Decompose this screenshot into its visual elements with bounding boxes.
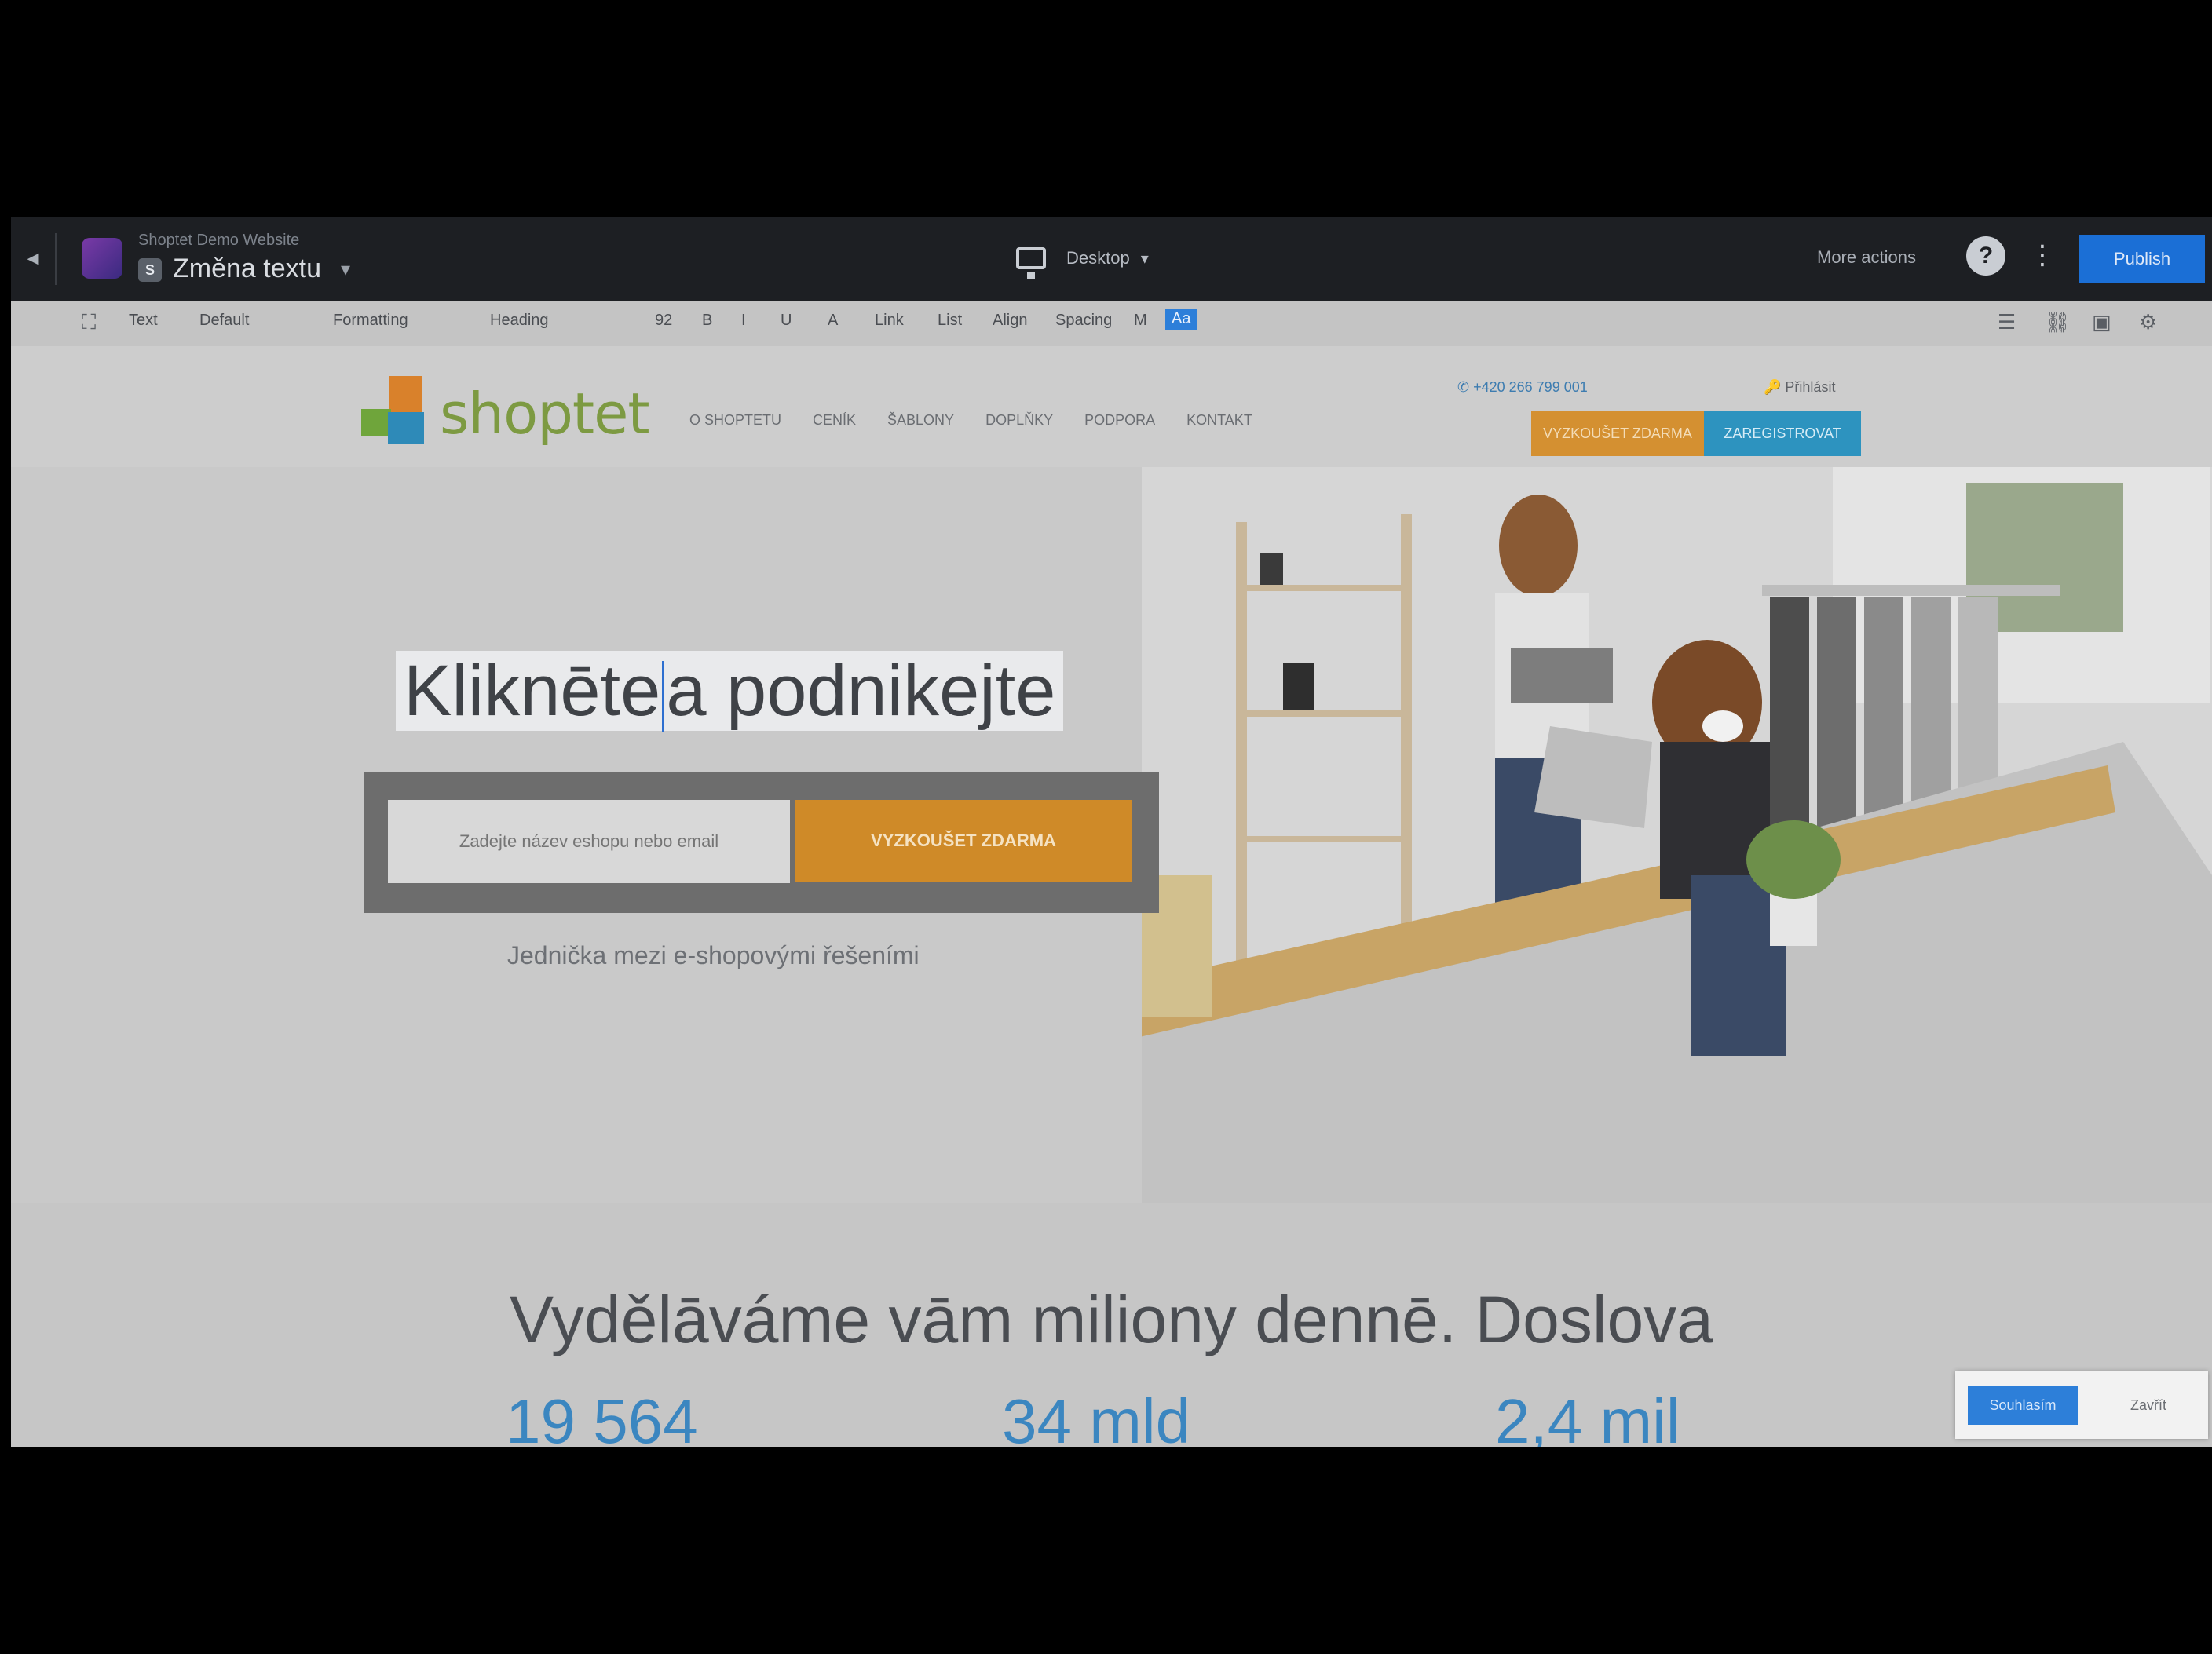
stats-heading: Vydělāváme vām miliony dennē. Doslova [510,1283,1713,1356]
toolbar-item[interactable]: Link [875,312,904,330]
video-letterbox-bottom [0,1447,2212,1654]
nav-item[interactable]: ŠABLONY [887,412,954,429]
toolbar-item[interactable]: Text [129,312,158,330]
register-button[interactable]: ZAREGISTROVAT [1704,411,1861,456]
stat-value: 2,4 mil [1495,1386,1680,1447]
cookie-bar: Souhlasím Zavřít [1955,1371,2208,1439]
nav-item[interactable]: PODPORA [1084,412,1155,429]
device-switcher[interactable]: Desktop ▾ [1016,241,1149,279]
hero-heading-part1: Kliknēte [404,651,661,731]
main-nav: O SHOPTETU CENÍK ŠABLONY DOPLŇKY PODPORA… [689,412,1252,429]
editor-top-bar: ◂ Shoptet Demo Website S Změna textu ▾ D… [11,217,2212,301]
align-icon[interactable]: ☰ [1998,310,2016,334]
try-free-header-button[interactable]: VYZKOUŠET ZDARMA [1531,411,1704,456]
toolbar-item[interactable]: M [1134,312,1147,330]
layers-icon[interactable]: ▣ [2092,310,2111,334]
nav-item[interactable]: KONTAKT [1186,412,1252,429]
divider [55,233,57,285]
back-arrow-icon[interactable]: ◂ [17,241,49,276]
page-icon: S [138,258,162,282]
toolbar-item[interactable]: Formatting [333,312,408,330]
toolbar-item[interactable]: List [938,312,962,330]
settings-icon[interactable]: ⚙ [2139,310,2157,334]
cookie-close-button[interactable]: Zavřít [2101,1386,2196,1425]
editor-window: ◂ Shoptet Demo Website S Změna textu ▾ D… [11,217,2212,1447]
text-format-toolbar: ⛶ Text Default Formatting Heading 92 B I… [11,301,2212,347]
hero-heading-part2: a podnikejte [666,651,1056,731]
toolbar-item[interactable]: Align [993,312,1027,330]
hero-heading-editable[interactable]: Kliknētea podnikejte [396,643,1064,739]
nav-item[interactable]: O SHOPTETU [689,412,781,429]
shoptet-logo-icon[interactable] [361,368,437,447]
toolbar-item-active[interactable]: Aa [1165,309,1197,330]
chevron-down-icon[interactable]: ▾ [341,258,350,281]
toolbar-item[interactable]: Default [199,312,249,330]
page-selector[interactable]: Změna textu [173,254,321,284]
site-name: Shoptet Demo Website [138,232,300,249]
link-icon[interactable]: ⛓ [2045,310,2071,334]
hero-section: Kliknētea podnikejte VYZKOUŠET ZDARMA Je… [11,467,2212,1203]
publish-button[interactable]: Publish [2079,235,2205,283]
shop-name-input[interactable] [388,800,790,883]
stats-section: Vydělāváme vām miliony dennē. Doslova 19… [11,1203,2212,1447]
toolbar-item[interactable]: A [828,312,838,330]
site-avatar[interactable] [82,238,122,279]
chevron-down-icon: ▾ [1140,250,1149,268]
stat-value: 34 mld [1002,1386,1191,1447]
toolbar-item[interactable]: U [781,312,792,330]
cookie-accept-button[interactable]: Souhlasím [1968,1386,2078,1425]
phone-link[interactable]: ✆ +420 266 799 001 [1457,379,1588,396]
toolbar-item[interactable]: B [702,312,712,330]
monitor-icon [1016,247,1046,279]
toolbar-item[interactable]: 92 [655,312,672,330]
toolbar-item[interactable]: Spacing [1055,312,1112,330]
kebab-menu-icon[interactable]: ⋮ [2029,239,2056,271]
hero-tagline: Jednička mezi e-shopovými řešeními [507,941,920,969]
text-caret [662,660,665,732]
device-label: Desktop [1066,248,1130,268]
resize-icon[interactable]: ⛶ [82,310,96,335]
help-icon[interactable]: ? [1966,236,2005,276]
login-label: Přihlásit [1785,379,1836,395]
login-link[interactable]: 🔑 Přihlásit [1764,379,1835,396]
toolbar-item[interactable]: I [741,312,746,330]
stat-value: 19 564 [506,1386,698,1447]
nav-item[interactable]: DOPLŇKY [985,412,1053,429]
toolbar-item[interactable]: Heading [490,312,549,330]
nav-item[interactable]: CENÍK [813,412,856,429]
hero-photo-office [1142,467,2212,1203]
site-header: shoptet O SHOPTETU CENÍK ŠABLONY DOPLŇKY… [11,346,2212,467]
video-letterbox-top [0,0,2212,217]
try-free-button[interactable]: VYZKOUŠET ZDARMA [795,800,1132,882]
logo-text[interactable]: shoptet [440,381,650,447]
phone-number: +420 266 799 001 [1473,379,1588,395]
more-actions-link[interactable]: More actions [1817,247,1916,268]
signup-form: VYZKOUŠET ZDARMA [364,772,1159,913]
